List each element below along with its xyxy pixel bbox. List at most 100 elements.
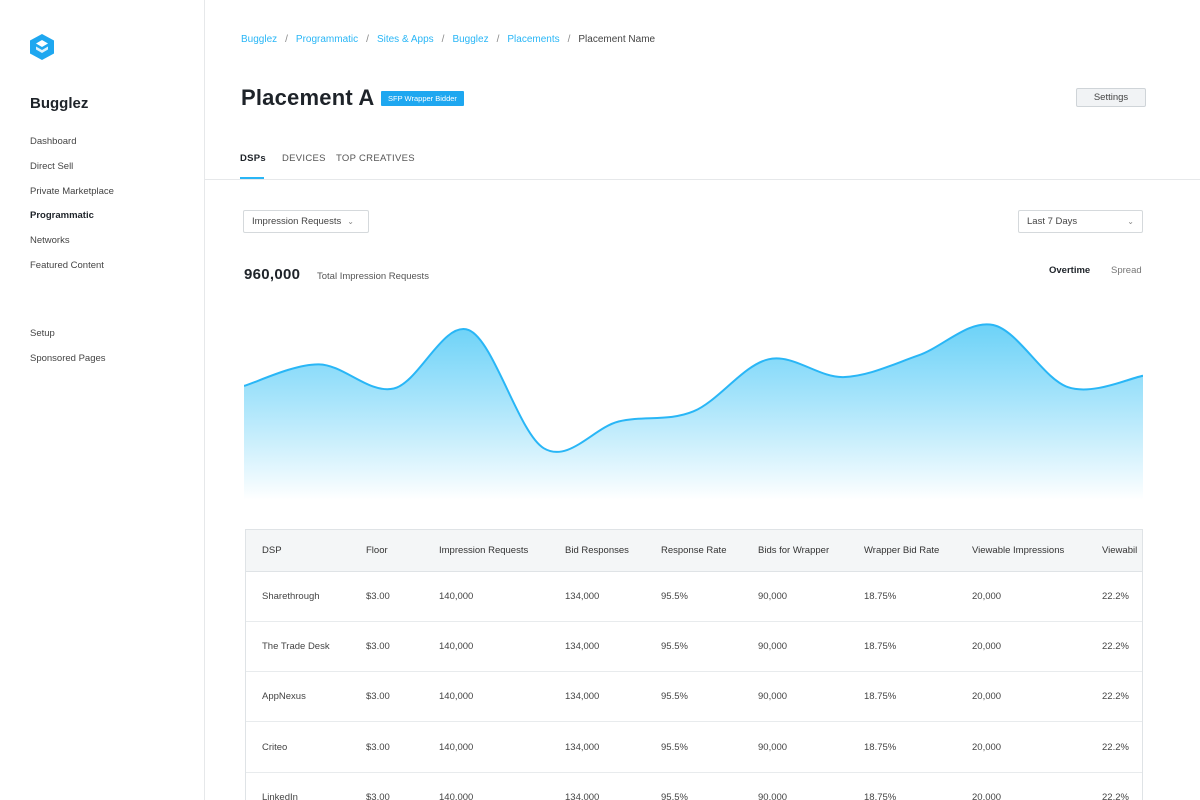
spread-toggle[interactable]: Spread: [1111, 265, 1142, 276]
column-header-bid-responses[interactable]: Bid Responses: [549, 530, 645, 572]
table-row[interactable]: The Trade Desk $3.00 140,000 134,000 95.…: [246, 621, 1142, 672]
table-row[interactable]: Sharethrough $3.00 140,000 134,000 95.5%…: [246, 571, 1142, 622]
cell-bids-for-wrapper: 90,000: [758, 590, 788, 602]
cell-viewability: 22.2%: [1102, 791, 1129, 800]
table-row[interactable]: LinkedIn $3.00 140,000 134,000 95.5% 90,…: [246, 772, 1142, 800]
cell-wrapper-bid-rate: 18.75%: [864, 590, 897, 602]
cell-bids-for-wrapper: 90,000: [758, 741, 788, 753]
cell-response-rate: 95.5%: [661, 741, 688, 753]
cell-dsp: AppNexus: [262, 691, 306, 703]
tab-dsps[interactable]: DSPs: [240, 153, 266, 164]
cell-floor: $3.00: [366, 590, 390, 602]
cell-viewability: 22.2%: [1102, 590, 1129, 602]
cell-response-rate: 95.5%: [661, 590, 688, 602]
cell-bid-responses: 134,000: [565, 791, 600, 800]
total-label: Total Impression Requests: [317, 271, 429, 282]
column-header-viewable-impressions[interactable]: Viewable Impressions: [956, 530, 1086, 572]
table-header-row: DSP Floor Impression Requests Bid Respon…: [246, 530, 1142, 572]
brand-name: Bugglez: [30, 95, 89, 112]
breadcrumb-current: Placement Name: [578, 34, 656, 45]
sidebar-item-dashboard[interactable]: Dashboard: [30, 135, 114, 160]
cell-floor: $3.00: [366, 691, 390, 703]
tab-top-creatives[interactable]: TOP CREATIVES: [336, 153, 415, 164]
sidebar-item-setup[interactable]: Setup: [30, 327, 106, 352]
breadcrumb-separator: /: [285, 34, 288, 45]
cell-impression-requests: 140,000: [439, 590, 474, 602]
column-header-response-rate[interactable]: Response Rate: [645, 530, 742, 572]
cell-viewable-impressions: 20,000: [972, 590, 1002, 602]
tab-devices[interactable]: DEVICES: [282, 153, 326, 164]
table-row[interactable]: Criteo $3.00 140,000 134,000 95.5% 90,00…: [246, 722, 1142, 773]
cell-wrapper-bid-rate: 18.75%: [864, 791, 897, 800]
date-range-select-value: Last 7 Days: [1027, 216, 1078, 227]
breadcrumb-link[interactable]: Placements: [507, 34, 559, 45]
breadcrumb-separator: /: [567, 34, 571, 45]
cell-bid-responses: 134,000: [565, 640, 600, 652]
breadcrumb-separator: /: [496, 34, 500, 45]
page-title: Placement A: [241, 85, 375, 110]
sidebar-item-private-marketplace[interactable]: Private Marketplace: [30, 185, 114, 210]
breadcrumb-link[interactable]: Bugglez: [241, 34, 277, 45]
column-header-dsp[interactable]: DSP: [246, 530, 350, 572]
cell-wrapper-bid-rate: 18.75%: [864, 640, 897, 652]
tab-bar: DSPs DEVICES TOP CREATIVES: [205, 140, 1200, 180]
column-header-impression-requests[interactable]: Impression Requests: [423, 530, 549, 572]
column-header-floor[interactable]: Floor: [350, 530, 423, 572]
cell-viewable-impressions: 20,000: [972, 741, 1002, 753]
sidebar-item-programmatic[interactable]: Programmatic: [30, 209, 114, 234]
cell-bids-for-wrapper: 90,000: [758, 640, 788, 652]
cell-floor: $3.00: [366, 791, 390, 800]
cell-viewability: 22.2%: [1102, 640, 1129, 652]
sidebar: Bugglez Dashboard Direct Sell Private Ma…: [0, 0, 205, 800]
sidebar-secondary-nav: Setup Sponsored Pages: [30, 327, 106, 377]
impressions-area-chart: [244, 323, 1143, 500]
cell-dsp: Criteo: [262, 741, 288, 753]
total-value: 960,000: [244, 266, 301, 283]
column-header-wrapper-bid-rate[interactable]: Wrapper Bid Rate: [848, 530, 956, 572]
settings-button[interactable]: Settings: [1076, 88, 1146, 107]
active-tab-indicator: [240, 177, 264, 179]
cell-dsp: Sharethrough: [262, 590, 320, 602]
cell-impression-requests: 140,000: [439, 741, 474, 753]
chevron-down-icon: ⌄: [347, 217, 354, 226]
breadcrumb-link[interactable]: Bugglez: [452, 34, 488, 45]
cell-impression-requests: 140,000: [439, 691, 474, 703]
type-badge: SFP Wrapper Bidder: [381, 91, 464, 106]
cell-impression-requests: 140,000: [439, 791, 474, 800]
cell-viewability: 22.2%: [1102, 741, 1129, 753]
sidebar-item-networks[interactable]: Networks: [30, 234, 114, 259]
cell-response-rate: 95.5%: [661, 791, 688, 800]
cell-floor: $3.00: [366, 741, 390, 753]
cell-bids-for-wrapper: 90,000: [758, 691, 788, 703]
sidebar-item-featured-content[interactable]: Featured Content: [30, 259, 114, 284]
sidebar-nav: Dashboard Direct Sell Private Marketplac…: [30, 135, 114, 284]
cell-bids-for-wrapper: 90,000: [758, 791, 788, 800]
breadcrumb-separator: /: [441, 34, 445, 45]
cell-bid-responses: 134,000: [565, 741, 600, 753]
cell-dsp: LinkedIn: [262, 791, 298, 800]
date-range-select[interactable]: Last 7 Days ⌄: [1018, 210, 1143, 233]
cell-floor: $3.00: [366, 640, 390, 652]
breadcrumb-link[interactable]: Sites & Apps: [377, 34, 434, 45]
overtime-toggle[interactable]: Overtime: [1049, 265, 1090, 276]
column-header-bids-for-wrapper[interactable]: Bids for Wrapper: [742, 530, 848, 572]
breadcrumb-link[interactable]: Programmatic: [296, 34, 358, 45]
cell-wrapper-bid-rate: 18.75%: [864, 741, 897, 753]
cell-viewable-impressions: 20,000: [972, 791, 1002, 800]
sidebar-item-sponsored-pages[interactable]: Sponsored Pages: [30, 352, 106, 377]
chevron-down-icon: ⌄: [1127, 217, 1134, 226]
cell-response-rate: 95.5%: [661, 640, 688, 652]
sidebar-item-direct-sell[interactable]: Direct Sell: [30, 160, 114, 185]
cell-bid-responses: 134,000: [565, 691, 600, 703]
cell-response-rate: 95.5%: [661, 691, 688, 703]
cell-viewable-impressions: 20,000: [972, 640, 1002, 652]
column-header-viewability[interactable]: Viewabil: [1086, 530, 1142, 572]
cell-wrapper-bid-rate: 18.75%: [864, 691, 897, 703]
metric-select-value: Impression Requests: [252, 216, 342, 227]
cube-logo-icon[interactable]: [29, 33, 55, 61]
metric-select[interactable]: Impression Requests ⌄: [243, 210, 369, 233]
cell-viewable-impressions: 20,000: [972, 691, 1002, 703]
breadcrumb: Bugglez / Programmatic / Sites & Apps / …: [241, 34, 655, 45]
table-row[interactable]: AppNexus $3.00 140,000 134,000 95.5% 90,…: [246, 672, 1142, 722]
cell-viewability: 22.2%: [1102, 691, 1129, 703]
